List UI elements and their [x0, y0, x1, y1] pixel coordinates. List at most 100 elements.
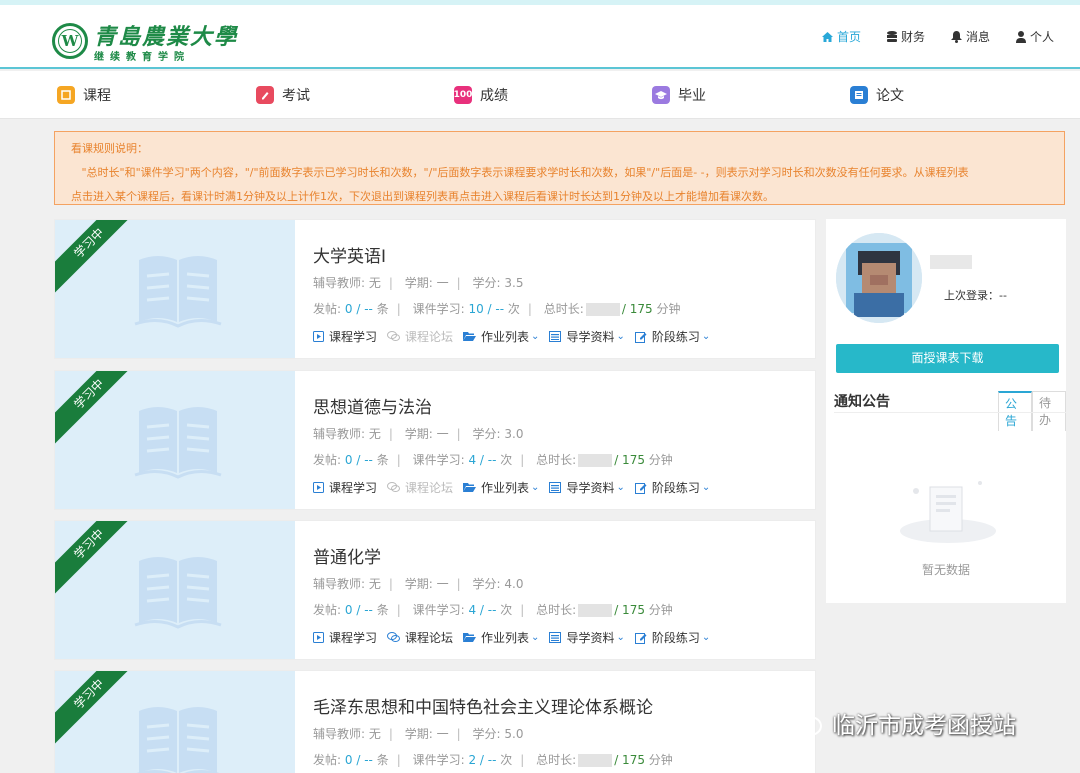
database-icon [886, 30, 897, 42]
stage-practice-dropdown[interactable]: 阶段练习 ⌄ [634, 629, 710, 646]
chat-icon [387, 331, 401, 341]
edit-icon [634, 331, 647, 343]
total-time-label: 总时长: [536, 753, 577, 767]
posts-value: 0 / -- [344, 302, 373, 316]
course-title[interactable]: 普通化学 [313, 543, 381, 568]
menu-score-label: 成绩 [480, 88, 508, 104]
chevron-down-icon: ⌄ [616, 482, 625, 493]
university-logo[interactable]: W 青島農業大學 继续教育学院 [52, 19, 238, 63]
guide-material-dropdown[interactable]: 导学资料 ⌄ [549, 328, 625, 345]
course-meta: 辅导教师: 无 | 学期: 一 | 学分: 3.0 [313, 427, 524, 441]
chat-icon [387, 482, 401, 492]
study-label: 课程学习 [329, 481, 378, 495]
courseware-unit: 次 [500, 453, 513, 467]
posts-label: 发帖: [313, 302, 342, 316]
menu-exam[interactable]: 考试 [256, 85, 310, 105]
folder-open-icon [463, 332, 477, 341]
total-time-required: / 175 [614, 603, 645, 617]
menu-score[interactable]: 100 成绩 [454, 85, 508, 105]
term-label: 学期: [404, 276, 433, 290]
watermark-text: 临沂市成考函授站 [832, 713, 1016, 739]
stage-practice-dropdown[interactable]: 阶段练习 ⌄ [634, 479, 710, 496]
courseware-value: 2 / -- [468, 753, 497, 767]
nav-personal-label: 个人 [1029, 30, 1054, 44]
credit-value: 3.5 [504, 276, 524, 290]
courseware-label: 课件学习: [412, 453, 465, 467]
course-thumbnail[interactable]: 学习中 [55, 371, 295, 509]
home-icon [821, 31, 833, 42]
menu-exam-label: 考试 [282, 88, 310, 104]
courseware-label: 课件学习: [412, 603, 465, 617]
chat-icon [387, 632, 401, 642]
guide-material-dropdown[interactable]: 导学资料 ⌄ [549, 629, 625, 646]
course-thumbnail[interactable]: 学习中 [55, 220, 295, 358]
homework-list-dropdown[interactable]: 作业列表 ⌄ [463, 479, 539, 496]
blurred-time [578, 754, 613, 767]
course-title[interactable]: 毛泽东思想和中国特色社会主义理论体系概论 [313, 693, 653, 718]
blurred-time [578, 454, 613, 467]
homework-label: 作业列表 [481, 481, 530, 495]
avatar[interactable] [836, 233, 922, 323]
guide-material-dropdown[interactable]: 导学资料 ⌄ [549, 479, 625, 496]
credit-value: 4.0 [504, 577, 524, 591]
edit-icon [634, 482, 647, 494]
course-thumbnail[interactable]: 学习中 [55, 671, 295, 773]
minutes-unit: 分钟 [656, 302, 681, 316]
course-card: 学习中 毛泽东思想和中国特色社会主义理论体系概论 辅导教师: 无 | 学期: 一 |… [54, 670, 816, 773]
stage-practice-dropdown[interactable]: 阶段练习 ⌄ [634, 328, 710, 345]
course-study-link[interactable]: 课程学习 [313, 328, 377, 345]
course-study-link[interactable]: 课程学习 [313, 629, 377, 646]
menu-paper-label: 论文 [876, 88, 904, 104]
course-thumbnail[interactable]: 学习中 [55, 521, 295, 659]
menu-paper[interactable]: 论文 [850, 85, 904, 105]
tutor-label: 辅导教师: [313, 276, 366, 290]
nav-finance[interactable]: 财务 [886, 28, 925, 45]
course-title[interactable]: 大学英语Ⅰ [313, 242, 386, 267]
notice-title: 看课规则说明： [71, 142, 148, 155]
nav-home[interactable]: 首页 [821, 28, 861, 45]
course-title[interactable]: 思想道德与法治 [313, 393, 432, 418]
paper-icon [850, 86, 868, 104]
courseware-label: 课件学习: [412, 753, 465, 767]
logo-subtitle: 继续教育学院 [94, 52, 190, 63]
nav-home-label: 首页 [836, 30, 861, 44]
nav-messages-label: 消息 [965, 30, 990, 44]
chevron-down-icon: ⌄ [531, 482, 540, 493]
course-progress: 发帖: 0 / -- 条 | 课件学习: 2 / -- 次 | 总时长:/ 175 … [313, 753, 673, 767]
list-icon [549, 331, 562, 342]
divider [834, 412, 1066, 413]
tab-announcements[interactable]: 公告 [998, 391, 1032, 431]
course-card: 学习中 思想道德与法治 辅导教师: 无 | 学期: 一 | 学分: 3.0 发帖: … [54, 370, 816, 510]
total-time-label: 总时长: [543, 302, 584, 316]
courseware-label: 课件学习: [412, 302, 465, 316]
course-card: 学习中 普通化学 辅导教师: 无 | 学期: 一 | 学分: 4.0 发帖: 0 /… [54, 520, 816, 660]
courseware-unit: 次 [507, 302, 520, 316]
book-icon [136, 707, 220, 773]
course-forum-link[interactable]: 课程论坛 [387, 629, 453, 646]
course-forum-link[interactable]: 课程论坛 [387, 479, 453, 496]
profile-panel: 上次登录：-- 面授课表下载 通知公告 公告 待办 暂无数据 [826, 219, 1066, 603]
term-label: 学期: [404, 427, 433, 441]
menu-course[interactable]: 课程 [57, 85, 111, 105]
homework-list-dropdown[interactable]: 作业列表 ⌄ [463, 328, 539, 345]
credit-value: 5.0 [504, 727, 524, 741]
homework-list-dropdown[interactable]: 作业列表 ⌄ [463, 629, 539, 646]
course-forum-link[interactable]: 课程论坛 [387, 328, 453, 345]
nav-personal[interactable]: 个人 [1015, 28, 1054, 45]
tutor-value: 无 [368, 727, 381, 741]
menu-graduation[interactable]: 毕业 [652, 85, 706, 105]
credit-label: 学分: [472, 276, 501, 290]
practice-label: 阶段练习 [651, 481, 700, 495]
seal-logo-icon: W [52, 23, 88, 59]
course-study-link[interactable]: 课程学习 [313, 479, 377, 496]
tab-todo[interactable]: 待办 [1032, 391, 1066, 431]
download-schedule-button[interactable]: 面授课表下载 [836, 344, 1059, 373]
guide-label: 导学资料 [566, 631, 615, 645]
nav-messages[interactable]: 消息 [950, 28, 990, 45]
courseware-value: 4 / -- [468, 453, 497, 467]
minutes-unit: 分钟 [648, 603, 673, 617]
course-progress: 发帖: 0 / -- 条 | 课件学习: 4 / -- 次 | 总时长:/ 175 … [313, 453, 673, 467]
tutor-value: 无 [368, 577, 381, 591]
term-label: 学期: [404, 727, 433, 741]
exam-icon [256, 86, 274, 104]
